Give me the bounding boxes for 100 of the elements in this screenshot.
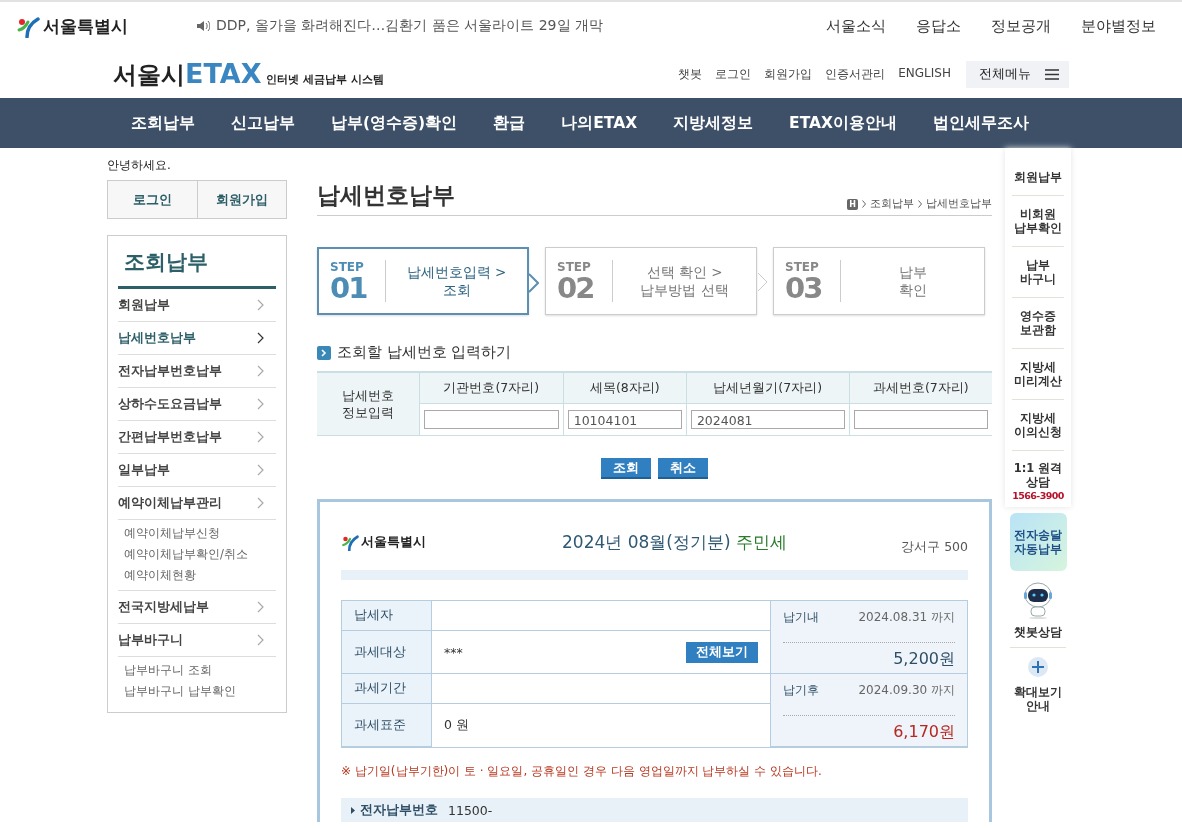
header-link[interactable]: ENGLISH <box>898 65 951 83</box>
sidebar-item[interactable]: 예약이체납부관리 <box>118 486 276 519</box>
seoul-logo-text[interactable]: 서울특별시 <box>43 14 128 38</box>
header-link[interactable]: 로그인 <box>715 65 752 83</box>
due-date: 2024.08.31 까지 <box>858 609 955 626</box>
sidebar-item[interactable]: 회원납부 <box>118 289 276 321</box>
bill-label: 납세자 <box>342 601 432 631</box>
sidebar-subitem[interactable]: 예약이체납부신청 <box>124 523 270 544</box>
sidebar-item[interactable]: 전자납부번호납부 <box>118 354 276 387</box>
chatbot-label[interactable]: 챗봇상담 <box>1014 625 1062 639</box>
chevron-icon <box>257 398 264 410</box>
nav-menu-item[interactable]: 조회납부 <box>113 112 213 134</box>
sidebar-subitem[interactable]: 예약이체납부확인/취소 <box>124 544 270 565</box>
menu-icon <box>1045 68 1059 80</box>
step-text: 납부 확인 <box>897 263 928 299</box>
notice-text: ※ 납기일(납부기한)이 토 · 일요일, 공휴일인 경우 다음 영업일까지 납부하실 수 있습니다. <box>341 763 823 780</box>
input-field[interactable] <box>853 410 988 429</box>
header-link[interactable]: 회원가입 <box>764 65 813 83</box>
input-field[interactable] <box>424 410 559 429</box>
plus-icon[interactable] <box>1028 657 1048 677</box>
sidebar-title: 조회납부 <box>118 236 276 289</box>
step-number: 03 <box>785 274 823 302</box>
breadcrumb-separator-icon <box>918 200 922 208</box>
bill-label: 과세기간 <box>342 674 432 704</box>
column-header: 기관번호(7자리) <box>419 372 564 404</box>
breadcrumb-link[interactable]: 납세번호납부 <box>926 197 992 211</box>
view-all-button[interactable]: 전체보기 <box>686 641 758 663</box>
top-link[interactable]: 정보공개 <box>991 16 1051 36</box>
epay-value: 11500- <box>448 803 493 818</box>
news-ticker-link[interactable]: DDP, 올가을 화려해진다…김환기 품은 서울라이트 29일 개막 <box>216 17 603 35</box>
epay-label: 전자납부번호 <box>360 802 438 819</box>
breadcrumb-separator-icon <box>862 200 866 208</box>
nav-menu-item[interactable]: 납부(영수증)확인 <box>313 112 476 134</box>
bill-label: 과세표준 <box>342 704 432 747</box>
quick-menu-item[interactable]: 지방세 미리계산 <box>1012 349 1064 400</box>
search-button[interactable]: 조회 <box>601 458 651 479</box>
sidebar-item[interactable]: 납세번호납부 <box>118 321 276 354</box>
chevron-icon <box>257 365 264 377</box>
step-number: 02 <box>557 274 595 302</box>
greeting-text: 안녕하세요. <box>107 157 172 174</box>
sidebar-item[interactable]: 간편납부번호납부 <box>118 420 276 453</box>
bill-logo-text: 서울특별시 <box>361 533 426 551</box>
sidebar-item[interactable]: 일부납부 <box>118 453 276 486</box>
bill-value: 0 원 <box>444 717 469 734</box>
due-label: 납기내 <box>783 609 819 626</box>
section-title: 조회할 납세번호 입력하기 <box>337 343 512 362</box>
due-label: 납기후 <box>783 682 819 699</box>
column-header: 세목(8자리) <box>563 372 687 404</box>
top-link[interactable]: 응답소 <box>916 16 961 36</box>
chevron-icon <box>257 601 264 613</box>
top-link[interactable]: 서울소식 <box>826 16 886 36</box>
sidebar-subitem[interactable]: 납부바구니 납부확인 <box>124 681 270 702</box>
phone-number: 1566-3900 <box>1012 489 1064 503</box>
sidebar-auth-button[interactable]: 회원가입 <box>196 181 286 218</box>
input-field[interactable]: 10104101 <box>567 410 682 429</box>
step-label: STEP <box>557 260 592 274</box>
quick-menu-item[interactable]: 비회원 납부확인 <box>1012 196 1064 247</box>
nav-menu-item[interactable]: 신고납부 <box>213 112 313 134</box>
top-link[interactable]: 분야별정보 <box>1081 16 1156 36</box>
triangle-bullet-icon <box>351 807 355 814</box>
nav-menu-item[interactable]: 지방세정보 <box>655 112 772 134</box>
logo-text[interactable]: 서울시 <box>113 58 185 91</box>
sidebar-item[interactable]: 납부바구니 <box>118 623 276 656</box>
column-header: 납세년월기(7자리) <box>686 372 849 404</box>
nav-menu-item[interactable]: ETAX이용안내 <box>771 112 915 134</box>
step-label: STEP <box>330 260 365 274</box>
step-number: 01 <box>330 274 368 302</box>
cancel-button[interactable]: 취소 <box>658 458 708 479</box>
header-link[interactable]: 인증서관리 <box>825 65 886 83</box>
sidebar-item[interactable]: 전국지방세납부 <box>118 590 276 623</box>
breadcrumb-link[interactable]: 조회납부 <box>870 197 914 211</box>
zoom-guide-label[interactable]: 확대보기 안내 <box>1014 685 1062 713</box>
step-text: 선택 확인 > 납부방법 선택 <box>639 263 730 299</box>
input-field[interactable]: 2024081 <box>690 410 845 429</box>
seoul-logo-icon <box>341 533 359 551</box>
logo-subtitle: 인터넷 세금납부 시스템 <box>266 71 385 87</box>
step-text: 납세번호입력 > 조회 <box>405 263 508 299</box>
quick-menu-item[interactable]: 지방세 이의신청 <box>1012 400 1064 451</box>
logo-brand-text[interactable]: ETAX <box>185 57 262 89</box>
nav-menu-item[interactable]: 법인세무조사 <box>915 112 1047 134</box>
due-amount: 5,200원 <box>892 649 955 670</box>
quick-menu-item[interactable]: 납부 바구니 <box>1012 247 1064 298</box>
consult-link[interactable]: 1:1 원격 상담 <box>1012 461 1064 489</box>
sidebar-subitem[interactable]: 납부바구니 조회 <box>124 660 270 681</box>
sidebar-subitem[interactable]: 예약이체현황 <box>124 565 270 586</box>
nav-menu-item[interactable]: 환급 <box>475 112 544 134</box>
chevron-icon <box>257 332 264 344</box>
home-icon[interactable]: H <box>847 198 858 210</box>
column-header: 과세번호(7자리) <box>849 372 992 404</box>
full-menu-button[interactable]: 전체메뉴 <box>966 60 1069 88</box>
speaker-icon <box>196 20 210 32</box>
quick-menu-item[interactable]: 회원납부 <box>1012 148 1064 196</box>
header-link[interactable]: 챗봇 <box>678 65 703 83</box>
nav-menu-item[interactable]: 나의ETAX <box>543 112 656 134</box>
sidebar-auth-button[interactable]: 로그인 <box>108 181 197 218</box>
auto-pay-button[interactable]: 전자송달 자동납부 <box>1009 513 1067 571</box>
bill-title: 2024년 08월(정기분) 주민세 <box>561 530 788 554</box>
due-amount: 6,170원 <box>892 722 955 743</box>
quick-menu-item[interactable]: 영수증 보관함 <box>1012 298 1064 349</box>
sidebar-item[interactable]: 상하수도요금납부 <box>118 387 276 420</box>
